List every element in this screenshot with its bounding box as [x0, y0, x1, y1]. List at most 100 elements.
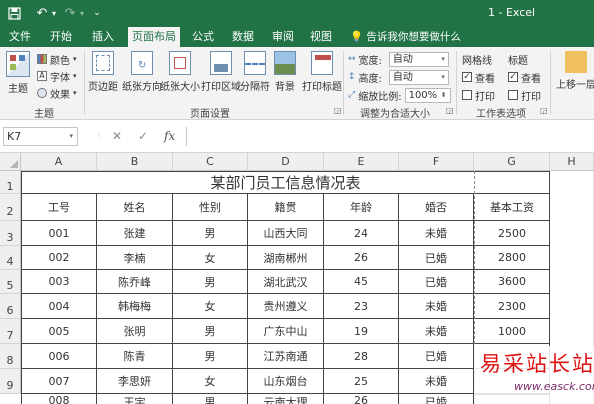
table-cell[interactable]: 28	[324, 344, 399, 369]
table-cell[interactable]: 山西大同	[248, 221, 324, 246]
table-cell[interactable]: 2800	[474, 246, 550, 270]
table-header-cell[interactable]: 籍贯	[248, 194, 324, 221]
row-header-1[interactable]: 1	[0, 171, 21, 194]
table-cell[interactable]: 女	[173, 294, 248, 319]
table-cell[interactable]: 未婚	[399, 294, 474, 319]
row-header-4[interactable]: 4	[0, 246, 21, 270]
column-header-e[interactable]: E	[324, 153, 399, 171]
table-cell[interactable]: 002	[21, 246, 97, 270]
gridlines-view[interactable]: ✓ 查看	[462, 70, 495, 85]
headings-view[interactable]: ✓ 查看	[508, 70, 541, 85]
table-cell[interactable]: 004	[21, 294, 97, 319]
height-dropdown[interactable]: 自动 ▾	[388, 69, 449, 85]
save-icon[interactable]	[6, 4, 22, 22]
table-cell[interactable]: 007	[21, 369, 97, 394]
table-cell[interactable]: 湖北武汉	[248, 270, 324, 294]
table-cell[interactable]: 26	[324, 394, 399, 404]
effects-button[interactable]: 效果 ▾	[37, 86, 77, 101]
row-header-6[interactable]: 6	[0, 294, 21, 319]
table-cell[interactable]: 2300	[474, 294, 550, 319]
row-header-5[interactable]: 5	[0, 270, 21, 294]
tab-home[interactable]: 开始	[44, 27, 78, 47]
sheet-options-launcher-icon[interactable]: ◲	[540, 106, 548, 115]
table-cell[interactable]: 19	[324, 319, 399, 344]
table-cell[interactable]: 李楠	[97, 246, 173, 270]
table-cell[interactable]: 2500	[474, 221, 550, 246]
tab-review[interactable]: 审阅	[266, 27, 300, 47]
sheet-title-cell[interactable]: 某部门员工信息情况表	[21, 171, 550, 194]
table-cell[interactable]: 未婚	[399, 319, 474, 344]
table-header-cell[interactable]: 性别	[173, 194, 248, 221]
table-cell[interactable]: 006	[21, 344, 97, 369]
name-box[interactable]: K7 ▾	[3, 127, 78, 146]
table-cell[interactable]: 25	[324, 369, 399, 394]
gridlines-view-checkbox[interactable]: ✓	[462, 72, 472, 82]
table-cell[interactable]: 李思妍	[97, 369, 173, 394]
column-header-c[interactable]: C	[173, 153, 248, 171]
headings-view-checkbox[interactable]: ✓	[508, 72, 518, 82]
row-header-7[interactable]: 7	[0, 319, 21, 344]
column-header-b[interactable]: B	[97, 153, 173, 171]
table-cell[interactable]: 江苏南通	[248, 344, 324, 369]
table-cell[interactable]: 王宇	[97, 394, 173, 404]
customize-icon[interactable]: ⌄	[92, 4, 102, 22]
headings-print[interactable]: 打印	[508, 88, 541, 103]
table-cell[interactable]: 男	[173, 270, 248, 294]
table-cell[interactable]: 男	[173, 221, 248, 246]
table-cell[interactable]: 003	[21, 270, 97, 294]
print-area-button[interactable]: 打印区域	[201, 51, 241, 93]
formula-input[interactable]	[186, 127, 594, 146]
table-cell[interactable]: 1000	[474, 319, 550, 344]
scale-launcher-icon[interactable]: ◲	[446, 106, 454, 115]
tab-data[interactable]: 数据	[226, 27, 260, 47]
table-header-cell[interactable]: 姓名	[97, 194, 173, 221]
table-header-cell[interactable]: 工号	[21, 194, 97, 221]
undo-dropdown-icon[interactable]: ▾	[50, 4, 58, 22]
table-cell[interactable]: 3600	[474, 270, 550, 294]
insert-function-icon[interactable]: fx	[164, 129, 175, 143]
headings-print-checkbox[interactable]	[508, 90, 518, 100]
table-cell[interactable]: 未婚	[399, 369, 474, 394]
background-button[interactable]: 背景	[274, 51, 296, 93]
table-cell[interactable]: 已婚	[399, 246, 474, 270]
fonts-button[interactable]: A 字体 ▾	[37, 69, 77, 84]
table-cell[interactable]: 26	[324, 246, 399, 270]
column-header-f[interactable]: F	[399, 153, 474, 171]
table-cell[interactable]: 005	[21, 319, 97, 344]
undo-icon[interactable]: ↶	[34, 4, 50, 22]
row-header-8[interactable]: 8	[0, 344, 21, 369]
column-header-a[interactable]: A	[21, 153, 97, 171]
print-titles-button[interactable]: 打印标题	[302, 51, 342, 93]
breaks-button[interactable]: 分隔符	[240, 51, 270, 93]
table-cell[interactable]: 24	[324, 221, 399, 246]
table-cell[interactable]: 008	[21, 394, 97, 404]
table-cell[interactable]: 贵州遵义	[248, 294, 324, 319]
row-header-9[interactable]: 9	[0, 369, 21, 394]
table-cell[interactable]: 男	[173, 394, 248, 404]
table-header-cell[interactable]: 婚否	[399, 194, 474, 221]
table-cell[interactable]: 已婚	[399, 270, 474, 294]
redo-icon[interactable]: ↷	[62, 4, 78, 22]
select-all-corner[interactable]	[0, 153, 21, 171]
column-header-d[interactable]: D	[248, 153, 324, 171]
tab-insert[interactable]: 插入	[86, 27, 120, 47]
table-cell[interactable]: 山东烟台	[248, 369, 324, 394]
table-cell[interactable]: 女	[173, 369, 248, 394]
table-cell[interactable]: 001	[21, 221, 97, 246]
table-cell[interactable]: 男	[173, 344, 248, 369]
themes-button[interactable]: 主题	[6, 51, 30, 95]
table-cell[interactable]: 张明	[97, 319, 173, 344]
tab-page-layout[interactable]: 页面布局	[128, 27, 180, 47]
enter-icon[interactable]: ✓	[138, 129, 148, 143]
table-cell[interactable]: 女	[173, 246, 248, 270]
table-cell[interactable]: 韩梅梅	[97, 294, 173, 319]
tab-formulas[interactable]: 公式	[186, 27, 220, 47]
table-cell[interactable]: 23	[324, 294, 399, 319]
table-cell[interactable]: 广东中山	[248, 319, 324, 344]
cancel-icon[interactable]: ✕	[112, 129, 122, 143]
gridlines-print-checkbox[interactable]	[462, 90, 472, 100]
table-cell[interactable]: 陈青	[97, 344, 173, 369]
width-dropdown[interactable]: 自动 ▾	[388, 51, 449, 67]
gridlines-print[interactable]: 打印	[462, 88, 495, 103]
table-cell[interactable]: 陈乔峰	[97, 270, 173, 294]
